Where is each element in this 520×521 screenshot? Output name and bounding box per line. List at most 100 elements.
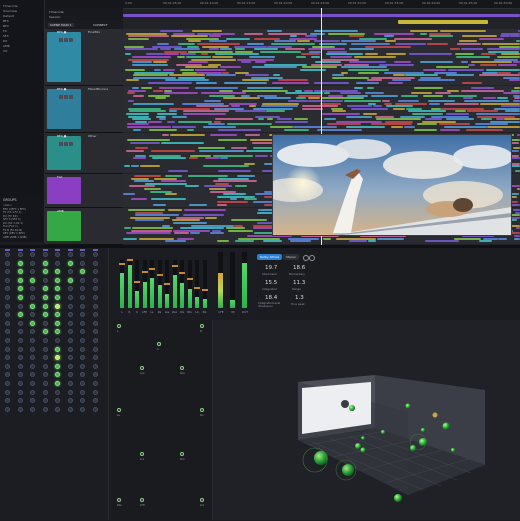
audio-clip[interactable] bbox=[331, 74, 344, 77]
audio-clip[interactable] bbox=[323, 92, 331, 95]
audio-clip[interactable] bbox=[125, 232, 172, 235]
object-dot[interactable] bbox=[80, 252, 85, 257]
audio-clip[interactable] bbox=[288, 100, 308, 102]
audio-clip[interactable] bbox=[513, 61, 520, 64]
object-dot[interactable] bbox=[5, 277, 10, 283]
audio-clip[interactable] bbox=[132, 128, 141, 131]
object-dot[interactable] bbox=[92, 286, 98, 292]
audio-clip[interactable] bbox=[390, 126, 404, 128]
object-dot[interactable] bbox=[42, 338, 48, 343]
audio-clip[interactable] bbox=[339, 92, 362, 95]
audio-clip[interactable] bbox=[347, 105, 373, 108]
tab-dolby-atmos[interactable]: Dolby Atmos bbox=[257, 254, 283, 260]
audio-clip[interactable] bbox=[125, 69, 145, 71]
audio-clip[interactable] bbox=[358, 71, 379, 74]
object-dot[interactable] bbox=[92, 312, 98, 318]
audio-clip[interactable] bbox=[420, 61, 454, 64]
audio-clip[interactable] bbox=[203, 165, 249, 168]
object-dot[interactable] bbox=[30, 252, 35, 257]
audio-clip[interactable] bbox=[266, 118, 273, 121]
object-dot[interactable] bbox=[80, 355, 85, 361]
audio-clip[interactable] bbox=[224, 82, 268, 84]
audio-clip[interactable] bbox=[157, 113, 178, 115]
audio-clip[interactable] bbox=[457, 43, 482, 45]
audio-clip[interactable] bbox=[501, 105, 520, 108]
object-dot[interactable] bbox=[92, 338, 98, 343]
audio-clip[interactable] bbox=[462, 35, 497, 38]
audio-clip[interactable] bbox=[508, 79, 520, 82]
object-dot[interactable] bbox=[30, 260, 35, 266]
object-dot[interactable] bbox=[92, 303, 98, 309]
audio-clip[interactable] bbox=[500, 35, 510, 38]
object-dot[interactable] bbox=[55, 260, 60, 266]
object-dot[interactable] bbox=[67, 260, 73, 266]
audio-clip[interactable] bbox=[249, 105, 257, 108]
object-dot[interactable] bbox=[17, 381, 23, 386]
audio-clip[interactable] bbox=[178, 43, 196, 45]
audio-clip[interactable] bbox=[313, 82, 349, 84]
audio-clip[interactable] bbox=[392, 107, 406, 110]
audio-clip[interactable] bbox=[387, 82, 404, 84]
audio-clip[interactable] bbox=[512, 100, 520, 102]
audio-clip[interactable] bbox=[132, 56, 172, 58]
object-dot[interactable] bbox=[5, 355, 10, 361]
audio-clip[interactable] bbox=[183, 214, 225, 217]
audio-clip[interactable] bbox=[235, 110, 267, 113]
audio-clip[interactable] bbox=[130, 198, 148, 201]
object-dot[interactable] bbox=[80, 303, 85, 309]
audio-clip[interactable] bbox=[290, 35, 297, 38]
audio-clip[interactable] bbox=[217, 170, 251, 173]
object-dot[interactable] bbox=[5, 329, 10, 335]
speaker-position[interactable] bbox=[200, 324, 204, 328]
audio-clip[interactable] bbox=[165, 175, 182, 177]
audio-clip[interactable] bbox=[225, 227, 245, 230]
audio-clip[interactable] bbox=[444, 126, 487, 128]
object-dot[interactable] bbox=[55, 398, 60, 404]
audio-clip[interactable] bbox=[235, 240, 255, 243]
object-dot[interactable] bbox=[42, 363, 48, 369]
audio-clip[interactable] bbox=[127, 100, 135, 102]
audio-clip[interactable] bbox=[171, 115, 188, 118]
audio-clip[interactable] bbox=[411, 92, 433, 95]
audio-clip[interactable] bbox=[440, 128, 460, 131]
object-dot[interactable] bbox=[80, 363, 85, 369]
speaker-position[interactable] bbox=[180, 452, 184, 456]
audio-clip[interactable] bbox=[347, 69, 389, 71]
object-dot[interactable] bbox=[55, 372, 60, 378]
audio-clip[interactable] bbox=[199, 149, 245, 152]
audio-clip[interactable] bbox=[471, 87, 495, 89]
object-dot[interactable] bbox=[42, 320, 48, 326]
audio-clip[interactable] bbox=[168, 209, 183, 211]
audio-clip[interactable] bbox=[124, 53, 132, 56]
audio-clip[interactable] bbox=[349, 240, 368, 243]
object-dot[interactable] bbox=[92, 355, 98, 361]
audio-clip[interactable] bbox=[242, 89, 288, 92]
audio-clip[interactable] bbox=[128, 35, 170, 38]
object-header-chip[interactable] bbox=[42, 249, 48, 251]
object-dot[interactable] bbox=[42, 389, 48, 395]
speaker-position[interactable] bbox=[117, 408, 121, 412]
audio-clip[interactable] bbox=[228, 229, 254, 232]
object-dot[interactable] bbox=[80, 381, 85, 386]
audio-clip[interactable] bbox=[468, 63, 476, 66]
object-dot[interactable] bbox=[67, 372, 73, 378]
audio-clip[interactable] bbox=[133, 102, 175, 105]
audio-clip[interactable] bbox=[177, 56, 186, 58]
audio-clip[interactable] bbox=[486, 69, 520, 71]
audio-clip[interactable] bbox=[395, 43, 426, 45]
audio-clip[interactable] bbox=[220, 48, 233, 51]
audio-clip[interactable] bbox=[246, 43, 264, 45]
object-dot[interactable] bbox=[30, 286, 35, 292]
object-dot[interactable] bbox=[17, 320, 23, 326]
audio-clip[interactable] bbox=[148, 120, 163, 123]
audio-clip[interactable] bbox=[443, 102, 479, 105]
audio-clip[interactable] bbox=[354, 87, 364, 89]
audio-clip[interactable] bbox=[367, 240, 377, 243]
object-dot[interactable] bbox=[42, 295, 48, 300]
audio-clip[interactable] bbox=[177, 120, 212, 123]
audio-clip[interactable] bbox=[212, 180, 258, 183]
object-dot[interactable] bbox=[55, 312, 60, 318]
audio-clip[interactable] bbox=[445, 113, 470, 115]
object-dot[interactable] bbox=[67, 338, 73, 343]
audio-clip[interactable] bbox=[123, 237, 137, 240]
